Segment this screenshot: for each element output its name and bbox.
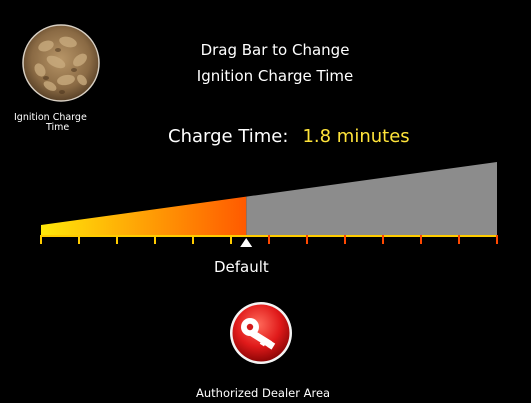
dealer-area-label: Authorized Dealer Area xyxy=(196,386,331,400)
dealer-key-button[interactable] xyxy=(229,301,293,365)
slider-track-filled[interactable] xyxy=(41,196,247,235)
ignition-charge-screen: Ignition Charge Time Drag Bar to Change … xyxy=(0,0,531,403)
default-marker-icon[interactable] xyxy=(240,238,253,247)
default-label: Default xyxy=(214,258,269,276)
slider-track-unfilled[interactable] xyxy=(246,162,497,235)
charge-time-slider[interactable] xyxy=(0,0,531,280)
